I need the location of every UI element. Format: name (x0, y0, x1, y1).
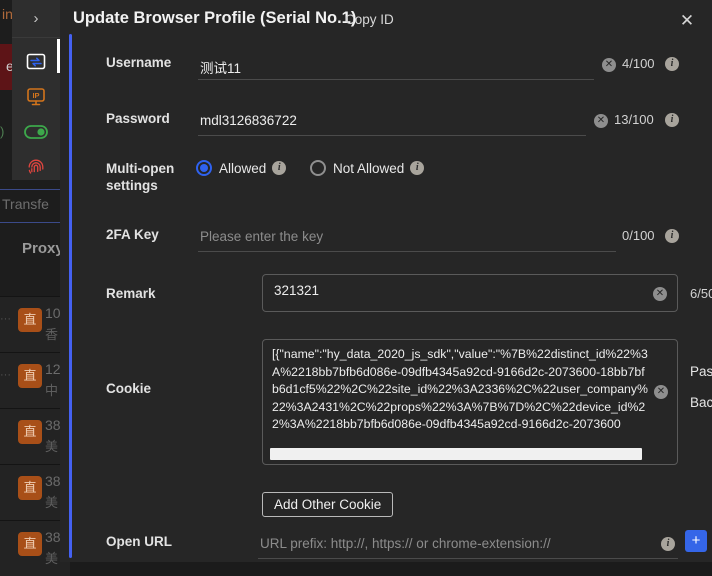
background-paren-fragment: ) (0, 124, 4, 139)
background-row-label-proxy: Proxy (22, 240, 64, 257)
remark-label: Remark (106, 285, 196, 302)
add-url-button[interactable]: + (685, 530, 707, 552)
ip-monitor-icon-button[interactable]: IP (12, 79, 60, 114)
cookie-clear-icon[interactable]: ✕ (654, 385, 668, 399)
username-label: Username (106, 54, 196, 71)
add-other-cookie-button[interactable]: Add Other Cookie (262, 492, 393, 517)
password-value: mdl3126836722 (200, 113, 297, 128)
cookie-horizontal-scrollbar[interactable] (270, 448, 642, 460)
floating-icon-rail: › IP (12, 0, 60, 180)
toggle-switch-icon (24, 125, 48, 139)
chevron-right-icon: › (34, 10, 39, 27)
cookie-textarea[interactable]: [{"name":"hy_data_2020_js_sdk","value":"… (262, 339, 678, 465)
twofa-info-icon[interactable]: i (665, 229, 679, 243)
dialog-scrollbar[interactable] (69, 34, 72, 558)
radio-allowed[interactable]: Allowed i (196, 160, 286, 176)
background-item-number: 38 (45, 529, 61, 545)
background-item-number: 12 (45, 361, 61, 377)
background-item-badge: 直 (18, 476, 42, 500)
fingerprint-icon (26, 157, 46, 177)
username-counter: 4/100 (622, 56, 655, 71)
page-title: Update Browser Profile (Serial No.1) (73, 9, 356, 28)
cookie-value: [{"name":"hy_data_2020_js_sdk","value":"… (272, 346, 650, 434)
username-clear-icon[interactable]: ✕ (602, 58, 616, 72)
background-item-badge: 直 (18, 308, 42, 332)
background-item-number: 38 (45, 417, 61, 433)
username-input[interactable]: 测试11 (198, 54, 594, 80)
background-dots-icon: ··· (0, 313, 11, 325)
twofa-label: 2FA Key (106, 226, 196, 243)
remark-clear-icon[interactable]: ✕ (653, 287, 667, 301)
radio-not-allowed[interactable]: Not Allowed i (310, 160, 424, 176)
username-info-icon[interactable]: i (665, 57, 679, 71)
ip-monitor-icon: IP (26, 87, 46, 107)
background-item-sub: 美 (45, 492, 58, 511)
radio-not-allowed-label: Not Allowed (333, 161, 404, 176)
copy-id-button[interactable]: Copy ID (345, 12, 394, 27)
dialog-header: Update Browser Profile (Serial No.1) Cop… (60, 0, 712, 38)
password-label: Password (106, 110, 196, 127)
radio-allowed-circle[interactable] (196, 160, 212, 176)
background-dots-icon: ··· (0, 369, 11, 381)
paste-button[interactable]: Paste (690, 364, 712, 379)
cookie-label: Cookie (106, 380, 196, 397)
svg-text:IP: IP (32, 91, 39, 100)
open-url-input[interactable]: URL prefix: http://, https:// or chrome-… (258, 533, 678, 559)
background-item-sub: 美 (45, 548, 58, 567)
password-counter: 13/100 (614, 112, 654, 127)
background-item-sub: 香 (45, 324, 58, 343)
radio-allowed-label: Allowed (219, 161, 266, 176)
open-url-label: Open URL (106, 533, 196, 550)
open-url-placeholder: URL prefix: http://, https:// or chrome-… (260, 536, 551, 551)
remark-counter: 6/500 (690, 286, 712, 301)
open-url-info-icon[interactable]: i (661, 537, 675, 551)
background-item-sub: 美 (45, 436, 58, 455)
twofa-counter: 0/100 (622, 228, 655, 243)
backup-button[interactable]: Backup (690, 395, 712, 410)
background-row-label-transfer: Transfe (2, 196, 49, 212)
multi-open-label: Multi-open settings (106, 160, 196, 194)
background-item-badge: 直 (18, 420, 42, 444)
background-item-number: 38 (45, 473, 61, 489)
window-transfer-icon-button[interactable] (12, 44, 60, 79)
toggle-switch-icon-button[interactable] (12, 114, 60, 149)
multi-open-allowed-info-icon[interactable]: i (272, 161, 286, 175)
remark-input[interactable]: 321321 ✕ (262, 274, 678, 312)
background-item-badge: 直 (18, 532, 42, 556)
window-transfer-icon (26, 53, 46, 71)
radio-allowed-dot (200, 164, 208, 172)
radio-not-allowed-circle[interactable] (310, 160, 326, 176)
background-item-number: 10 (45, 305, 61, 321)
remark-value: 321321 (274, 283, 319, 298)
password-info-icon[interactable]: i (665, 113, 679, 127)
password-input[interactable]: mdl3126836722 (198, 110, 586, 136)
update-browser-profile-dialog: Update Browser Profile (Serial No.1) Cop… (60, 0, 712, 562)
twofa-input[interactable]: Please enter the key (198, 226, 616, 252)
background-item-badge: 直 (18, 364, 42, 388)
multi-open-not-allowed-info-icon[interactable]: i (410, 161, 424, 175)
password-clear-icon[interactable]: ✕ (594, 114, 608, 128)
fingerprint-icon-button[interactable] (12, 149, 60, 184)
rail-expand-button[interactable]: › (12, 0, 60, 38)
twofa-placeholder: Please enter the key (200, 229, 323, 244)
username-value: 测试11 (200, 57, 241, 77)
background-item-sub: 中 (45, 380, 58, 399)
close-icon[interactable]: ✕ (676, 10, 698, 32)
